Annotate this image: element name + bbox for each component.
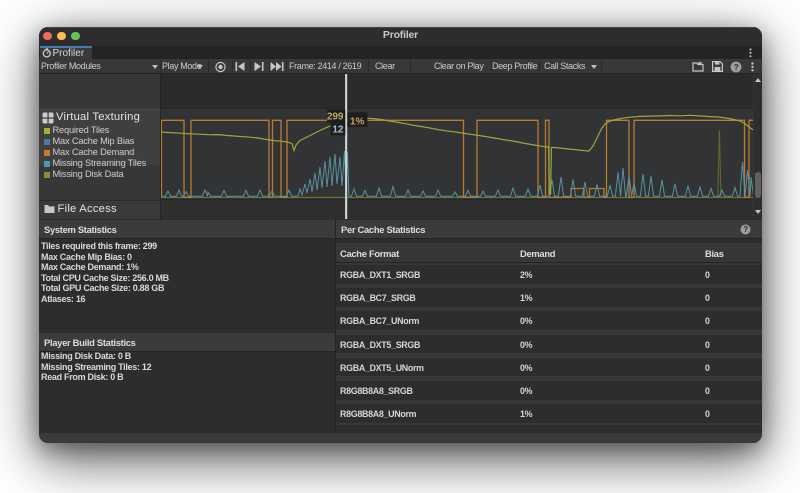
svg-text:?: ? [734,62,739,72]
svg-text:1%: 1% [350,117,365,128]
svg-text:?: ? [743,225,748,234]
svg-text:299: 299 [327,112,344,123]
svg-text:12: 12 [332,124,344,135]
